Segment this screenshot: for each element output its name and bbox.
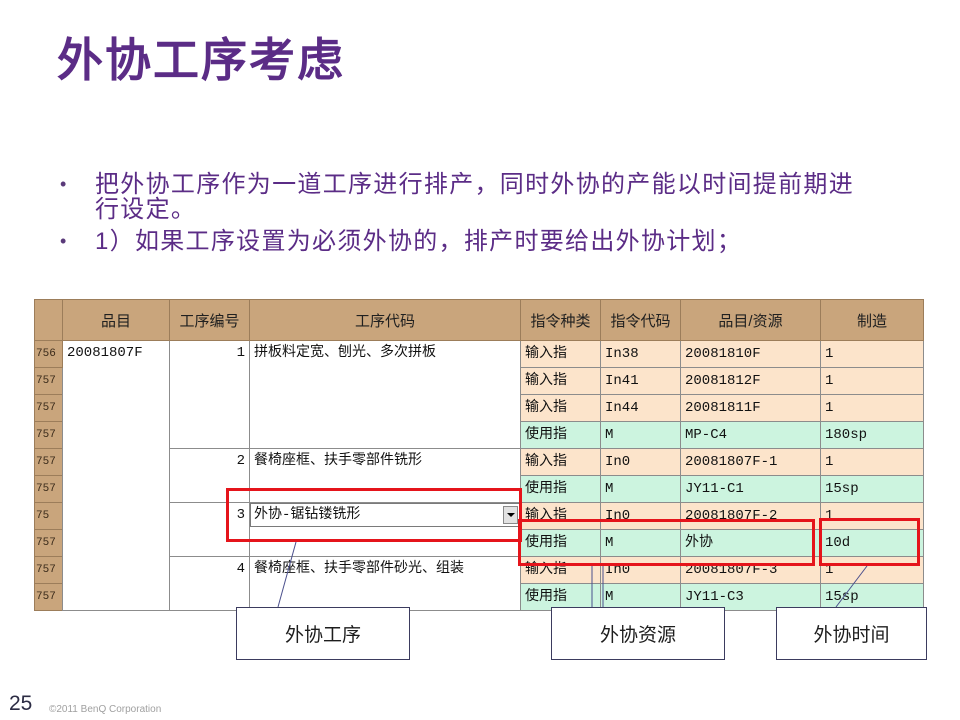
bullet-text: 1）如果工序设置为必须外协的，排产时要给出外协计划；: [95, 228, 743, 255]
op-number-cell[interactable]: 1: [169, 340, 250, 449]
highlight-box-resource: [518, 519, 815, 566]
bullet-icon: •: [60, 231, 67, 251]
row-number[interactable]: 757: [34, 556, 63, 584]
row-number[interactable]: 757: [34, 421, 63, 449]
make-cell[interactable]: 1: [820, 394, 924, 422]
slide-title: 外协工序考虑: [57, 34, 345, 86]
instr-code-cell[interactable]: M: [600, 475, 681, 503]
item-resource-cell[interactable]: MP-C4: [680, 421, 821, 449]
bullet-item: • 把外协工序作为一道工序进行排产，同时外协的产能以时间提前期进行设定。: [58, 172, 865, 222]
instr-code-cell[interactable]: M: [600, 421, 681, 449]
row-number[interactable]: 757: [34, 448, 63, 476]
item-resource-cell[interactable]: 20081810F: [680, 340, 821, 368]
instr-type-cell[interactable]: 输入指: [520, 448, 601, 476]
highlight-box-time: [819, 518, 920, 566]
op-code-cell[interactable]: 餐椅座框、扶手零部件砂光、组装: [249, 556, 521, 611]
callout-outsourced-time: 外协时间: [776, 607, 927, 660]
header-make[interactable]: 制造: [820, 299, 924, 341]
header-item[interactable]: 品目: [62, 299, 170, 341]
make-cell[interactable]: 15sp: [820, 475, 924, 503]
header-instr-type[interactable]: 指令种类: [520, 299, 601, 341]
instr-type-cell[interactable]: 输入指: [520, 394, 601, 422]
grid-header-row: 品目 工序编号 工序代码 指令种类 指令代码 品目/资源 制造: [34, 299, 924, 341]
instr-code-cell[interactable]: In0: [600, 448, 681, 476]
row-number[interactable]: 75: [34, 502, 63, 530]
row-number[interactable]: 757: [34, 367, 63, 395]
item-resource-cell[interactable]: JY11-C1: [680, 475, 821, 503]
instr-code-cell[interactable]: In38: [600, 340, 681, 368]
make-cell[interactable]: 1: [820, 367, 924, 395]
header-op-number[interactable]: 工序编号: [169, 299, 250, 341]
item-cell[interactable]: 20081807F: [62, 340, 170, 611]
header-row-number[interactable]: [34, 299, 63, 341]
bullet-icon: •: [60, 174, 67, 194]
page-number: 25: [9, 692, 33, 715]
op-code-cell[interactable]: 拼板料定宽、刨光、多次拼板: [249, 340, 521, 449]
item-resource-cell[interactable]: 20081807F-1: [680, 448, 821, 476]
instr-code-cell[interactable]: In41: [600, 367, 681, 395]
bullet-text: 把外协工序作为一道工序进行排产，同时外协的产能以时间提前期进行设定。: [95, 171, 854, 223]
make-cell[interactable]: 180sp: [820, 421, 924, 449]
header-item-resource[interactable]: 品目/资源: [680, 299, 821, 341]
highlight-box-process: [226, 488, 522, 542]
instr-type-cell[interactable]: 输入指: [520, 340, 601, 368]
copyright-notice: ©2011 BenQ Corporation: [49, 704, 162, 715]
row-number[interactable]: 756: [34, 340, 63, 368]
instr-type-cell[interactable]: 使用指: [520, 421, 601, 449]
bullet-item: • 1）如果工序设置为必须外协的，排产时要给出外协计划；: [58, 229, 865, 254]
make-cell[interactable]: 1: [820, 340, 924, 368]
grid-row[interactable]: 756 20081807F 1 拼板料定宽、刨光、多次拼板 输入指 In38 2…: [34, 340, 924, 611]
callout-outsourced-process: 外协工序: [236, 607, 410, 660]
make-cell[interactable]: 1: [820, 448, 924, 476]
item-resource-cell[interactable]: 20081811F: [680, 394, 821, 422]
row-number[interactable]: 757: [34, 394, 63, 422]
bullet-list: • 把外协工序作为一道工序进行排产，同时外协的产能以时间提前期进行设定。 • 1…: [58, 172, 865, 254]
callout-outsourced-resource: 外协资源: [551, 607, 725, 660]
row-number[interactable]: 757: [34, 475, 63, 503]
item-resource-cell[interactable]: 20081812F: [680, 367, 821, 395]
instr-type-cell[interactable]: 使用指: [520, 475, 601, 503]
instr-type-cell[interactable]: 输入指: [520, 367, 601, 395]
row-number[interactable]: 757: [34, 529, 63, 557]
op-number-cell[interactable]: 4: [169, 556, 250, 611]
row-number[interactable]: 757: [34, 583, 63, 611]
header-op-code[interactable]: 工序代码: [249, 299, 521, 341]
instr-code-cell[interactable]: In44: [600, 394, 681, 422]
header-instr-code[interactable]: 指令代码: [600, 299, 681, 341]
